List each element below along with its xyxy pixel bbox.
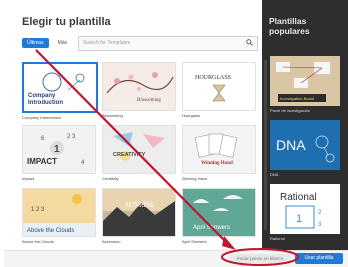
svg-text:Rational: Rational — [280, 192, 317, 203]
template-thumbnail[interactable]: Blossoming — [102, 62, 176, 111]
template-thumbnail[interactable]: SUNRISE — [102, 188, 176, 237]
popular-thumbnail[interactable]: Rational 1 2 3 — [270, 184, 340, 234]
use-template-button[interactable]: Usar plantilla — [295, 253, 343, 264]
template-thumbnail[interactable]: April Showers — [182, 188, 256, 237]
svg-text:4: 4 — [81, 160, 85, 166]
blank-preview-button[interactable]: Iniciar previo en blanco — [230, 254, 290, 263]
search-input[interactable]: Search for Templates — [78, 36, 258, 51]
template-card-impact[interactable]: 6 2 3 1 IMPACT 4 Impact — [22, 125, 96, 181]
search-icon[interactable] — [246, 39, 253, 46]
template-tabs: Últimas Más — [22, 36, 72, 49]
template-card-creativity[interactable]: CREATIVITY Creativity — [102, 125, 176, 181]
template-card-above-the-clouds[interactable]: 1 2 3 Above the Clouds Above the Clouds — [22, 188, 96, 244]
template-card-april-showers[interactable]: April Showers April Showers — [182, 188, 256, 244]
template-label: Creativity — [102, 176, 119, 181]
popular-label: Rational — [270, 236, 285, 241]
tab-more[interactable]: Más — [53, 38, 72, 48]
template-label: April Showers — [182, 239, 207, 244]
svg-text:1: 1 — [54, 144, 60, 155]
svg-text:2 3: 2 3 — [67, 134, 76, 140]
dialog-title: Elegir tu plantilla — [22, 16, 111, 28]
popular-item-rational[interactable]: Rational 1 2 3 Rational — [270, 184, 340, 241]
popular-thumbnail[interactable]: DNA — [270, 120, 340, 170]
popular-templates-panel: Plantillas populares Investigation Board… — [262, 0, 348, 266]
template-label: Hourglass — [182, 113, 201, 118]
svg-text:6: 6 — [41, 136, 45, 142]
svg-text:Company: Company — [28, 93, 56, 99]
creativity-art: CREATIVITY — [113, 132, 165, 161]
template-thumbnail[interactable]: Winning Hand — [182, 125, 256, 174]
svg-text:IMPACT: IMPACT — [27, 157, 57, 166]
svg-text:Blossoming: Blossoming — [137, 98, 161, 103]
scrollbar[interactable] — [264, 60, 267, 230]
template-label: Above the Clouds — [22, 239, 54, 244]
template-grid: Company Introduction Company Introductio… — [22, 62, 258, 244]
search-placeholder: Search for Templates — [83, 40, 131, 46]
template-label: Company Introduction — [22, 115, 62, 120]
svg-text:April Showers: April Showers — [193, 225, 230, 231]
template-thumbnail[interactable]: Company Introduction — [22, 62, 98, 113]
svg-text:SUNRISE: SUNRISE — [125, 201, 154, 209]
template-chooser-dialog: Elegir tu plantilla Últimas Más Search f… — [0, 0, 348, 267]
popular-item-dna[interactable]: DNA DNA — [270, 120, 340, 177]
sunrise-art: SUNRISE — [103, 189, 175, 236]
popular-item-investigation[interactable]: Investigation Board Panel de investigaci… — [270, 56, 340, 113]
svg-text:DNA: DNA — [276, 137, 306, 153]
popular-title: Plantillas populares — [269, 16, 310, 36]
svg-text:3: 3 — [318, 222, 322, 228]
popular-label: Panel de investigación — [270, 108, 311, 113]
template-card-company-introduction[interactable]: Company Introduction Company Introductio… — [22, 62, 98, 120]
template-thumbnail[interactable]: HOURGLASS — [182, 62, 256, 111]
winning-hand-art: Winning Hand — [194, 133, 238, 166]
popular-thumbnail[interactable]: Investigation Board — [270, 56, 340, 106]
template-label: Winning Hand — [182, 176, 208, 181]
template-label: Impact — [22, 176, 35, 181]
above-clouds-art: 1 2 3 Above the Clouds — [23, 189, 95, 236]
dna-art: DNA — [270, 120, 340, 170]
template-thumbnail[interactable]: 1 2 3 Above the Clouds — [22, 188, 96, 237]
svg-text:1 2 3: 1 2 3 — [31, 207, 45, 213]
svg-text:1: 1 — [296, 213, 302, 225]
template-card-hourglass[interactable]: HOURGLASS Hourglass — [182, 62, 256, 118]
svg-text:CREATIVITY: CREATIVITY — [113, 152, 146, 158]
svg-text:2: 2 — [318, 210, 322, 216]
svg-text:Introduction: Introduction — [28, 100, 63, 106]
blossoming-art: Blossoming — [106, 72, 174, 103]
template-card-ascension[interactable]: SUNRISE Ascension — [102, 188, 176, 244]
template-thumbnail[interactable]: CREATIVITY — [102, 125, 176, 174]
svg-text:Winning Hand: Winning Hand — [201, 161, 233, 166]
investigation-art: Investigation Board — [270, 56, 340, 106]
svg-text:Investigation Board: Investigation Board — [280, 96, 314, 101]
template-card-blossoming[interactable]: Blossoming Blossoming — [102, 62, 176, 118]
tab-latest[interactable]: Últimas — [22, 37, 49, 48]
april-showers-art: April Showers — [183, 189, 255, 236]
template-label: Blossoming — [102, 113, 123, 118]
svg-text:Above the Clouds: Above the Clouds — [27, 228, 74, 234]
template-label: Ascension — [102, 239, 121, 244]
svg-text:HOURGLASS: HOURGLASS — [195, 75, 231, 81]
template-card-winning-hand[interactable]: Winning Hand Winning Hand — [182, 125, 256, 181]
company-intro-art: Company Introduction — [28, 72, 85, 106]
hourglass-art: HOURGLASS — [195, 75, 231, 102]
template-thumbnail[interactable]: 6 2 3 1 IMPACT 4 — [22, 125, 96, 174]
impact-art: 6 2 3 1 IMPACT 4 — [27, 134, 85, 166]
rational-art: Rational 1 2 3 — [280, 192, 322, 229]
popular-label: DNA — [270, 172, 279, 177]
